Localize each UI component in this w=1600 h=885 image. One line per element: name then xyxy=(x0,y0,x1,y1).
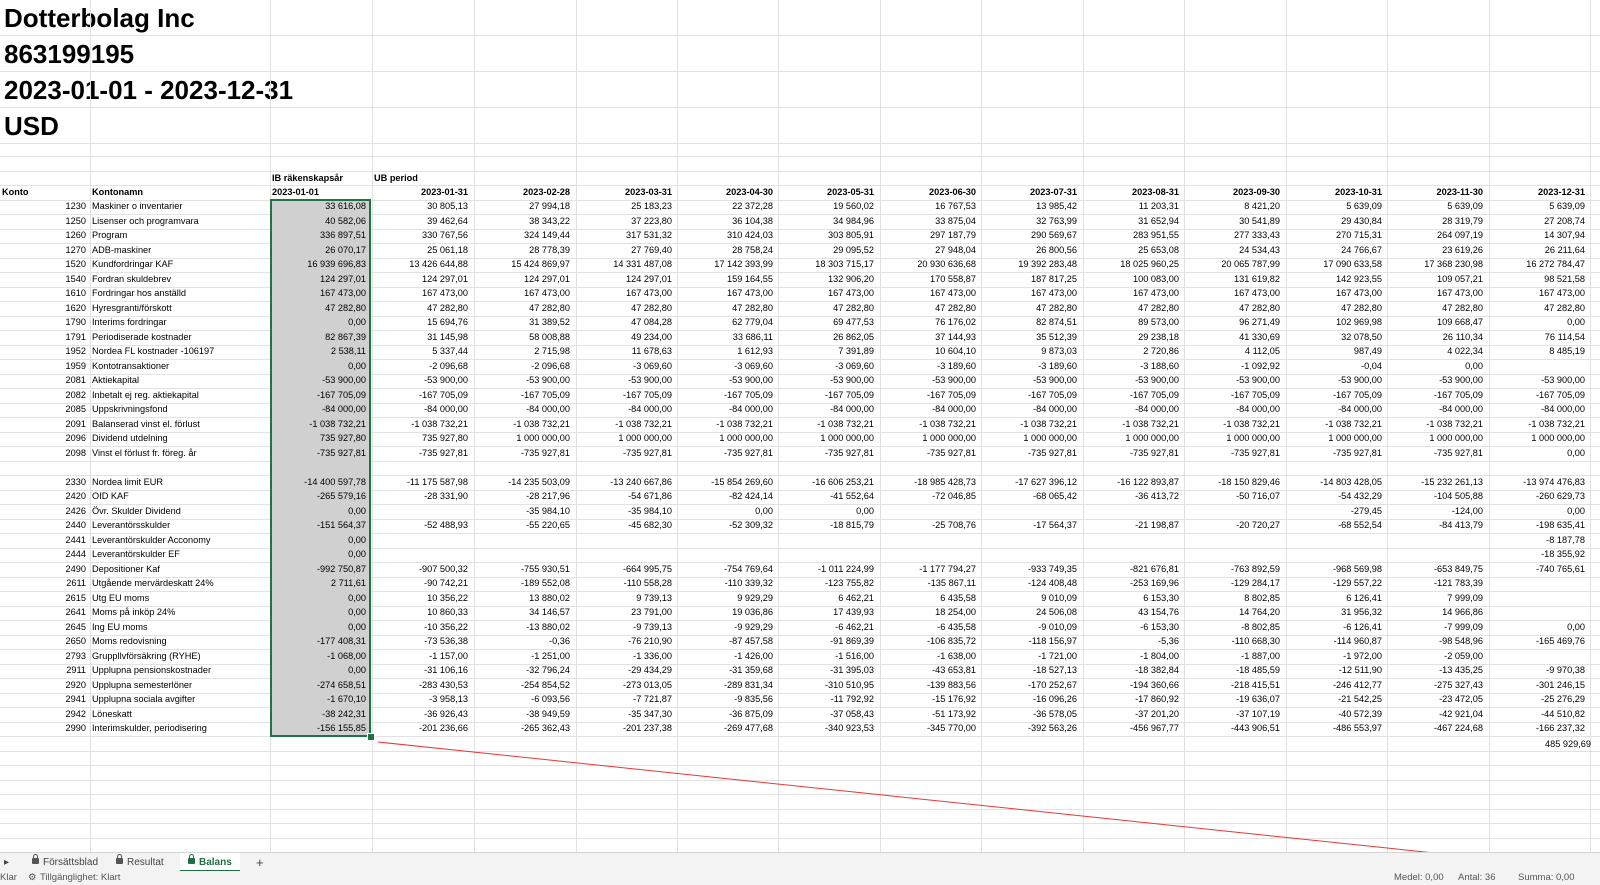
tab-resultat[interactable]: Resultat xyxy=(108,853,172,872)
accessibility-icon[interactable]: ⚙ xyxy=(28,871,37,885)
tab-label: Försättsblad xyxy=(43,857,99,868)
status-sum: Summa: 0,00 xyxy=(1518,872,1575,883)
tab-label: Resultat xyxy=(127,857,164,868)
add-sheet-button[interactable]: + xyxy=(248,853,272,872)
status-ready: Klar xyxy=(0,872,17,883)
spreadsheet-grid[interactable]: Dotterbolag Inc 863199195 2023-01-01 - 2… xyxy=(0,0,1600,852)
accessibility-status[interactable]: Tillgänglighet: Klart xyxy=(40,871,120,885)
status-average: Medel: 0,00 xyxy=(1394,872,1444,883)
tab-balans[interactable]: Balans xyxy=(180,853,240,872)
annotation-arrow xyxy=(377,741,1430,852)
status-bar: Klar ⚙ Tillgänglighet: Klart Medel: 0,00… xyxy=(0,871,1600,885)
lock-icon xyxy=(32,854,39,865)
lock-icon xyxy=(116,854,123,865)
tab-label: Balans xyxy=(199,857,232,868)
tab-forsattsblad[interactable]: Försättsblad xyxy=(24,853,106,872)
arrow-line xyxy=(377,741,1430,852)
sheet-tab-bar: ▸ Försättsblad Resultat Balans + xyxy=(0,852,1600,872)
lock-icon xyxy=(188,854,195,865)
scroll-left-icon[interactable]: ▸ xyxy=(0,853,13,872)
status-count: Antal: 36 xyxy=(1458,872,1496,883)
